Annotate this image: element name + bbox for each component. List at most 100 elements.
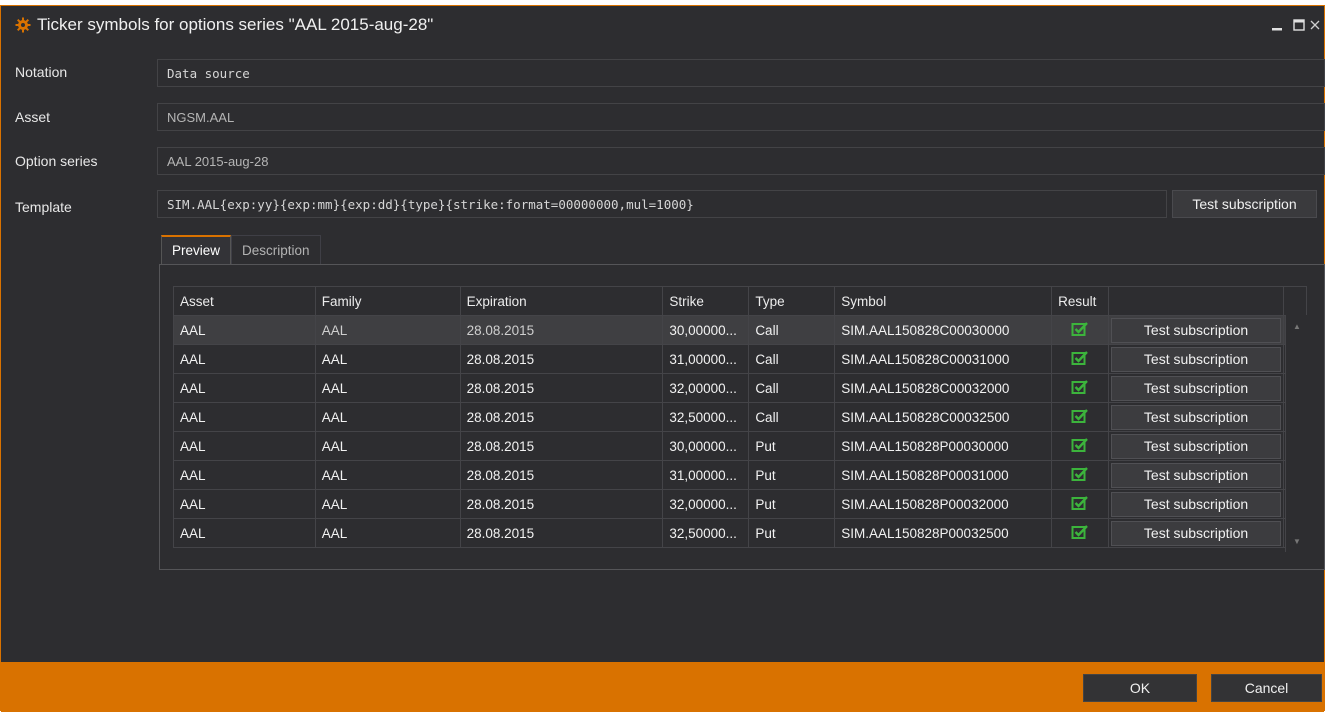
row-test-subscription-button[interactable]: Test subscription	[1111, 317, 1281, 343]
col-header-strike[interactable]: Strike	[662, 286, 750, 316]
maximize-icon[interactable]	[1288, 14, 1310, 36]
table-row[interactable]: AAL AAL 28.08.2015 32,00000... Call SIM.…	[173, 373, 1308, 403]
asset-label: Asset	[15, 109, 51, 125]
table-row[interactable]: AAL AAL 28.08.2015 32,50000... Call SIM.…	[173, 402, 1308, 432]
scroll-up-icon[interactable]: ▲	[1286, 319, 1308, 333]
cell-expiration: 28.08.2015	[459, 460, 664, 490]
grid-scrollbar[interactable]: ▲ ▼	[1285, 315, 1308, 552]
cell-family: AAL	[314, 518, 461, 548]
cell-type: Call	[748, 344, 836, 374]
col-header-symbol[interactable]: Symbol	[834, 286, 1053, 316]
test-subscription-button[interactable]: Test subscription	[1172, 190, 1317, 218]
cell-expiration: 28.08.2015	[459, 431, 664, 461]
table-row[interactable]: AAL AAL 28.08.2015 32,50000... Put SIM.A…	[173, 518, 1308, 548]
cell-result	[1051, 518, 1110, 548]
footer-bar: OK Cancel	[1, 662, 1324, 712]
cell-type: Put	[748, 489, 836, 519]
cell-family: AAL	[314, 344, 461, 374]
template-input[interactable]: SIM.AAL{exp:yy}{exp:mm}{exp:dd}{type}{st…	[157, 190, 1167, 218]
tab-preview[interactable]: Preview	[161, 235, 232, 264]
cell-strike: 30,00000...	[662, 315, 750, 345]
close-icon[interactable]	[1310, 14, 1324, 36]
tab-strip: Preview Description	[161, 235, 321, 264]
cancel-button[interactable]: Cancel	[1211, 674, 1322, 702]
row-test-subscription-button[interactable]: Test subscription	[1111, 520, 1281, 546]
cell-result	[1051, 431, 1110, 461]
cell-strike: 32,50000...	[662, 518, 750, 548]
check-icon	[1071, 379, 1088, 394]
cell-family: AAL	[314, 460, 461, 490]
option-series-field[interactable]: AAL 2015-aug-28	[157, 147, 1325, 175]
table-row[interactable]: AAL AAL 28.08.2015 31,00000... Put SIM.A…	[173, 460, 1308, 490]
row-test-subscription-button[interactable]: Test subscription	[1111, 404, 1281, 430]
col-header-asset[interactable]: Asset	[173, 286, 316, 316]
col-header-expiration[interactable]: Expiration	[459, 286, 664, 316]
cell-result	[1051, 402, 1110, 432]
cell-strike: 31,00000...	[662, 460, 750, 490]
cell-result	[1051, 373, 1110, 403]
row-test-subscription-button[interactable]: Test subscription	[1111, 433, 1281, 459]
window-title: Ticker symbols for options series "AAL 2…	[37, 15, 434, 34]
scroll-down-icon[interactable]: ▼	[1286, 534, 1308, 548]
tab-description[interactable]: Description	[231, 235, 321, 264]
cell-type: Put	[748, 518, 836, 548]
cell-strike: 32,00000...	[662, 373, 750, 403]
check-icon	[1071, 408, 1088, 423]
cell-type: Put	[748, 460, 836, 490]
cell-type: Call	[748, 402, 836, 432]
cell-symbol: SIM.AAL150828C00031000	[834, 344, 1053, 374]
ok-button[interactable]: OK	[1083, 674, 1197, 702]
cell-asset: AAL	[173, 373, 316, 403]
cell-symbol: SIM.AAL150828C00030000	[834, 315, 1053, 345]
notation-field[interactable]: Data source	[157, 59, 1325, 87]
cell-strike: 30,00000...	[662, 431, 750, 461]
cell-result	[1051, 315, 1110, 345]
col-header-action	[1108, 286, 1284, 316]
table-row[interactable]: AAL AAL 28.08.2015 30,00000... Call SIM.…	[173, 315, 1308, 345]
row-test-subscription-button[interactable]: Test subscription	[1111, 375, 1281, 401]
template-label: Template	[15, 199, 72, 215]
cell-strike: 31,00000...	[662, 344, 750, 374]
grid-header-row: Asset Family Expiration Strike Type Symb…	[173, 286, 1308, 316]
cell-asset: AAL	[173, 489, 316, 519]
cell-type: Call	[748, 373, 836, 403]
row-test-subscription-button[interactable]: Test subscription	[1111, 462, 1281, 488]
cell-family: AAL	[314, 431, 461, 461]
cell-symbol: SIM.AAL150828P00031000	[834, 460, 1053, 490]
check-icon	[1071, 495, 1088, 510]
check-icon	[1071, 350, 1088, 365]
col-header-scroll	[1282, 286, 1308, 316]
table-row[interactable]: AAL AAL 28.08.2015 31,00000... Call SIM.…	[173, 344, 1308, 374]
notation-label: Notation	[15, 64, 68, 80]
cell-result	[1051, 489, 1110, 519]
cell-asset: AAL	[173, 431, 316, 461]
cell-expiration: 28.08.2015	[459, 344, 664, 374]
cell-asset: AAL	[173, 460, 316, 490]
minimize-icon[interactable]	[1266, 14, 1288, 36]
cell-symbol: SIM.AAL150828C00032000	[834, 373, 1053, 403]
cell-asset: AAL	[173, 518, 316, 548]
cell-expiration: 28.08.2015	[459, 489, 664, 519]
row-test-subscription-button[interactable]: Test subscription	[1111, 346, 1281, 372]
check-icon	[1071, 437, 1088, 452]
row-test-subscription-button[interactable]: Test subscription	[1111, 491, 1281, 517]
cell-strike: 32,00000...	[662, 489, 750, 519]
table-row[interactable]: AAL AAL 28.08.2015 30,00000... Put SIM.A…	[173, 431, 1308, 461]
col-header-type[interactable]: Type	[748, 286, 836, 316]
asset-field[interactable]: NGSM.AAL	[157, 103, 1325, 131]
table-row[interactable]: AAL AAL 28.08.2015 32,00000... Put SIM.A…	[173, 489, 1308, 519]
cell-expiration: 28.08.2015	[459, 315, 664, 345]
cell-expiration: 28.08.2015	[459, 373, 664, 403]
cell-result	[1051, 344, 1110, 374]
col-header-result[interactable]: Result	[1051, 286, 1110, 316]
check-icon	[1071, 466, 1088, 481]
cell-symbol: SIM.AAL150828P00032500	[834, 518, 1053, 548]
cell-family: AAL	[314, 489, 461, 519]
cell-family: AAL	[314, 402, 461, 432]
option-series-label: Option series	[15, 153, 98, 169]
cell-expiration: 28.08.2015	[459, 402, 664, 432]
title-bar[interactable]: Ticker symbols for options series "AAL 2…	[1, 6, 1324, 44]
col-header-family[interactable]: Family	[314, 286, 461, 316]
cell-asset: AAL	[173, 402, 316, 432]
preview-grid: Asset Family Expiration Strike Type Symb…	[173, 286, 1308, 552]
